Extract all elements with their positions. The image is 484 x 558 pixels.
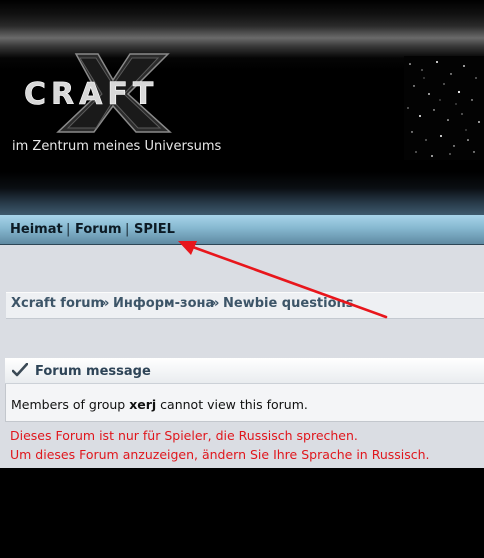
starfield-image bbox=[404, 56, 484, 160]
breadcrumb-separator: » bbox=[101, 296, 110, 311]
message-text-before: Members of group bbox=[11, 397, 130, 412]
breadcrumb-separator: » bbox=[211, 296, 220, 311]
nav-link-forum[interactable]: Forum bbox=[75, 222, 122, 237]
nav-separator: | bbox=[125, 222, 130, 237]
notice-line-2: Um dieses Forum anzuzeigen, ändern Sie I… bbox=[10, 447, 430, 462]
nav-link-heimat[interactable]: Heimat bbox=[10, 222, 63, 237]
breadcrumb-inform-zona[interactable]: Информ-зона bbox=[113, 296, 214, 311]
nav-separator: | bbox=[66, 222, 71, 237]
forum-message-title: Forum message bbox=[35, 364, 151, 379]
forum-message-text: Members of group xerj cannot view this f… bbox=[11, 397, 308, 412]
main-navbar bbox=[0, 215, 484, 245]
checkmark-icon bbox=[12, 363, 28, 377]
site-tagline: im Zentrum meines Universums bbox=[12, 139, 222, 154]
group-name: xerj bbox=[129, 397, 157, 412]
notice-line-1: Dieses Forum ist nur für Spieler, die Ru… bbox=[10, 428, 358, 443]
logo-text: CRAFT bbox=[24, 77, 158, 112]
message-text-after: cannot view this forum. bbox=[156, 397, 308, 412]
nav-link-spiel[interactable]: SPIEL bbox=[134, 222, 175, 237]
breadcrumb-newbie-questions[interactable]: Newbie questions bbox=[223, 296, 354, 311]
xcraft-logo[interactable]: CRAFT bbox=[18, 52, 200, 134]
breadcrumb-xcraft-forum[interactable]: Xcraft forum bbox=[11, 296, 104, 311]
